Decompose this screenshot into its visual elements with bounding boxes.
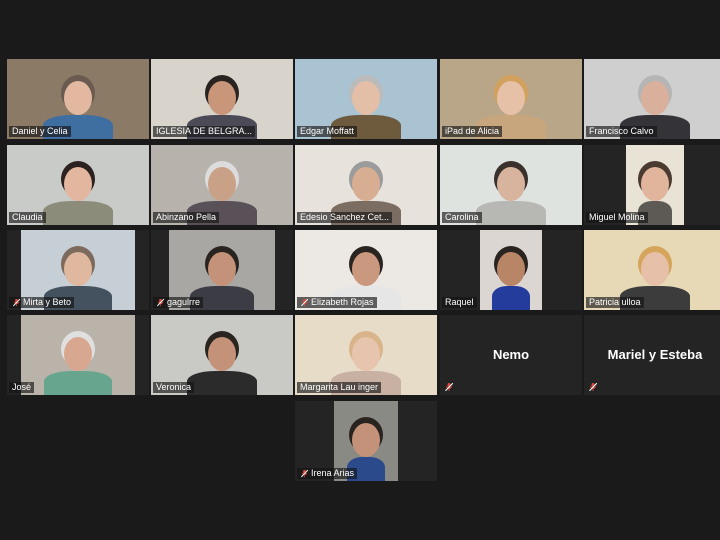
participant-name-large: Nemo <box>492 347 530 362</box>
participant-name: Carolina <box>445 212 479 222</box>
participant-name-label: Edgar Moffatt <box>297 126 357 137</box>
participant-tile[interactable]: Francisco Calvo <box>584 59 720 139</box>
participant-face <box>208 167 236 201</box>
participant-name-label: IGLESIA DE BELGRA... <box>153 126 256 137</box>
participant-face <box>497 81 525 115</box>
participant-tile[interactable]: Carolina <box>440 145 582 225</box>
participant-name-label: Elizabeth Rojas <box>297 297 377 308</box>
participant-name: Edesio Sanchez Cet... <box>300 212 390 222</box>
muted-microphone-icon <box>300 469 309 478</box>
participant-name: Irena Arias <box>311 468 355 478</box>
participant-tile[interactable]: Edgar Moffatt <box>295 59 437 139</box>
participant-tile[interactable]: iPad de Alicia <box>440 59 582 139</box>
participant-tile[interactable]: gagulrre <box>151 230 293 310</box>
participant-name: Raquel <box>445 297 474 307</box>
participant-tile[interactable]: Mirta y Beto <box>7 230 149 310</box>
participant-face <box>641 167 669 201</box>
participant-tile[interactable]: Elizabeth Rojas <box>295 230 437 310</box>
participant-face <box>64 81 92 115</box>
participant-tile[interactable]: IGLESIA DE BELGRA... <box>151 59 293 139</box>
participant-tile[interactable]: Claudia <box>7 145 149 225</box>
participant-name-label: Patricia ulloa <box>586 297 644 308</box>
participant-name-label: Claudia <box>9 212 46 223</box>
participant-face <box>497 167 525 201</box>
participant-face <box>352 423 380 457</box>
participant-video <box>21 315 135 395</box>
participant-name: Claudia <box>12 212 43 222</box>
participant-face <box>64 167 92 201</box>
participant-name: IGLESIA DE BELGRA... <box>156 126 253 136</box>
participant-body <box>492 286 530 310</box>
participant-tile[interactable]: Raquel <box>440 230 582 310</box>
participant-name: Daniel y Celia <box>12 126 68 136</box>
muted-microphone-icon <box>156 298 165 307</box>
muted-microphone-icon <box>444 382 454 392</box>
participant-name-label: Raquel <box>442 297 477 308</box>
participant-tile[interactable]: Nemo <box>440 315 582 395</box>
participant-name: Veronica <box>156 382 192 392</box>
participant-tile[interactable]: Mariel y Esteba <box>584 315 720 395</box>
participant-tile[interactable]: Irena Arias <box>295 401 437 481</box>
participant-body <box>43 201 113 225</box>
participant-name-label: Edesio Sanchez Cet... <box>297 212 393 223</box>
participant-name: gagulrre <box>167 297 201 307</box>
participant-name: Francisco Calvo <box>589 126 654 136</box>
participant-name-label: Miguel Molina <box>586 212 648 223</box>
participant-name-label: Abinzano Pella <box>153 212 220 223</box>
participant-name: Abinzano Pella <box>156 212 217 222</box>
participant-name-label: Francisco Calvo <box>586 126 657 137</box>
participant-name-large: Mariel y Esteba <box>607 347 703 362</box>
participant-face <box>352 167 380 201</box>
participant-tile[interactable]: Miguel Molina <box>584 145 720 225</box>
muted-microphone-icon <box>300 298 309 307</box>
participant-name: Elizabeth Rojas <box>311 297 374 307</box>
participant-face <box>352 252 380 286</box>
participant-face <box>641 252 669 286</box>
muted-microphone-icon <box>588 382 598 392</box>
participant-name: Edgar Moffatt <box>300 126 354 136</box>
participant-tile[interactable]: José <box>7 315 149 395</box>
participant-name: iPad de Alicia <box>445 126 500 136</box>
participant-body <box>476 201 546 225</box>
participant-name: José <box>12 382 32 392</box>
participant-name-label: Veronica <box>153 382 195 393</box>
participant-name-label: Margarita Lau inger <box>297 382 382 393</box>
participant-face <box>64 337 92 371</box>
participant-face <box>208 337 236 371</box>
participant-tile[interactable]: Daniel y Celia <box>7 59 149 139</box>
participant-name: Mirta y Beto <box>23 297 72 307</box>
participant-name: Miguel Molina <box>589 212 645 222</box>
participant-name-label: gagulrre <box>153 297 204 308</box>
participant-name-label: José <box>9 382 35 393</box>
participant-face <box>641 81 669 115</box>
participant-name: Margarita Lau inger <box>300 382 379 392</box>
participant-name-label: Irena Arias <box>297 468 358 479</box>
participant-name-label: Daniel y Celia <box>9 126 71 137</box>
participant-face <box>352 337 380 371</box>
participant-body <box>187 371 257 395</box>
participant-face <box>208 252 236 286</box>
participant-name-label: Mirta y Beto <box>9 297 75 308</box>
participant-body <box>43 371 113 395</box>
muted-microphone-icon <box>12 298 21 307</box>
participant-tile[interactable]: Edesio Sanchez Cet... <box>295 145 437 225</box>
participant-face <box>64 252 92 286</box>
participant-video <box>480 230 542 310</box>
participant-tile[interactable]: Margarita Lau inger <box>295 315 437 395</box>
participant-tile[interactable]: Abinzano Pella <box>151 145 293 225</box>
participant-name-label: Carolina <box>442 212 482 223</box>
participant-name: Patricia ulloa <box>589 297 641 307</box>
participant-face <box>497 252 525 286</box>
gallery-view: Daniel y Celia IGLESIA DE BELGRA... Edgar … <box>0 0 720 540</box>
participant-tile[interactable]: Veronica <box>151 315 293 395</box>
participant-face <box>352 81 380 115</box>
participant-tile[interactable]: Patricia ulloa <box>584 230 720 310</box>
participant-name-label: iPad de Alicia <box>442 126 503 137</box>
participant-face <box>208 81 236 115</box>
